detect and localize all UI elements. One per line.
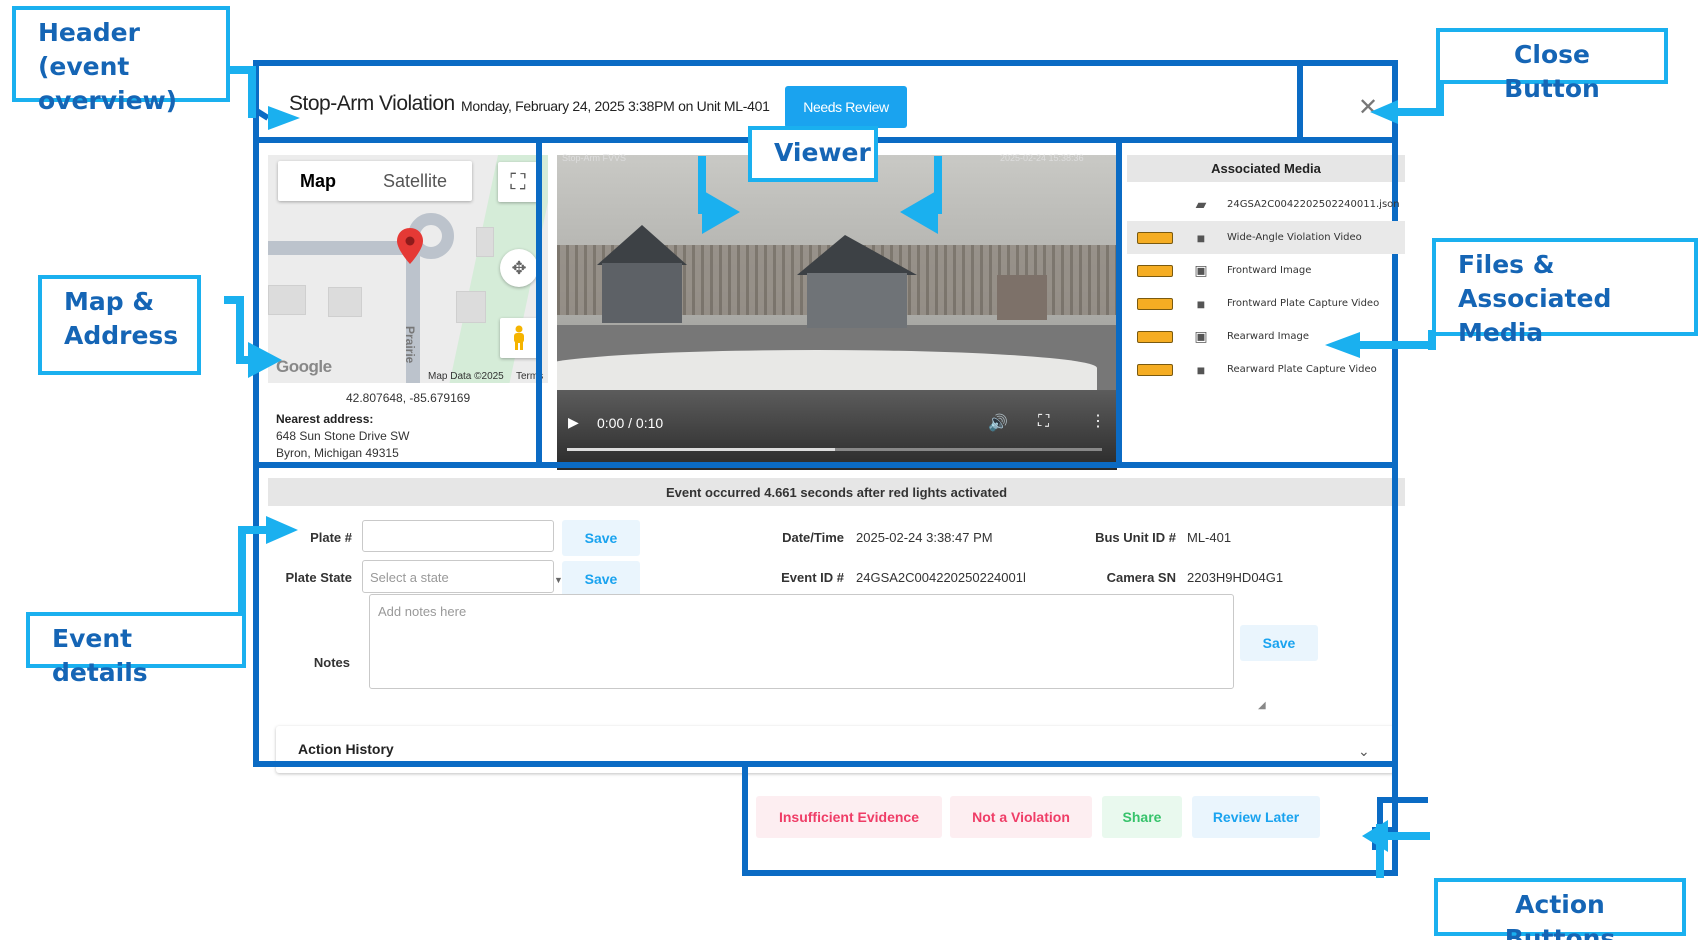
media-item[interactable]: ▰ 24GSA2C0042202502240011.json (1127, 188, 1405, 221)
media-item-label: Frontward Image (1227, 265, 1312, 276)
callout-header: Header (event overview) (12, 6, 230, 115)
annotation-divider (1116, 140, 1122, 465)
image-icon: ▣ (1194, 328, 1208, 344)
callout-files: Files & Associated Media (1432, 238, 1698, 347)
annotation-divider (253, 462, 1398, 468)
annotation-divider (536, 140, 542, 465)
annotation-frame-close (1297, 60, 1398, 143)
callout-map: Map & Address (38, 275, 201, 375)
media-item[interactable]: ■ Frontward Plate Capture Video (1127, 287, 1405, 320)
arrow-shaft (1436, 80, 1444, 116)
media-item-label: 24GSA2C0042202502240011.json (1227, 199, 1400, 210)
image-icon: ▣ (1194, 262, 1208, 278)
media-item[interactable]: ▣ Frontward Image (1127, 254, 1405, 287)
annotated-screenshot: Stop-Arm Violation Monday, February 24, … (0, 0, 1702, 940)
video-camera-icon: ■ (1196, 229, 1206, 246)
folder-icon: ▰ (1195, 196, 1207, 212)
media-item[interactable]: ■ Wide-Angle Violation Video (1127, 221, 1405, 254)
callout-viewer: Viewer (748, 126, 878, 182)
arrow-shaft (224, 296, 244, 304)
media-item-label: Rearward Plate Capture Video (1227, 364, 1377, 375)
bus-camera-position-icon (1137, 330, 1173, 343)
media-item-label: Frontward Plate Capture Video (1227, 298, 1380, 309)
media-item-label: Wide-Angle Violation Video (1227, 232, 1362, 243)
bus-camera-position-icon (1137, 264, 1173, 277)
media-item[interactable]: ■ Rearward Plate Capture Video (1127, 353, 1405, 386)
arrow-shaft (238, 526, 246, 616)
video-camera-icon: ■ (1196, 361, 1206, 378)
media-item-label: Rearward Image (1227, 331, 1309, 342)
bus-camera-position-icon (1137, 363, 1173, 376)
video-camera-icon: ■ (1196, 295, 1206, 312)
callout-close: Close Button (1436, 28, 1668, 103)
media-item[interactable]: ▣ Rearward Image (1127, 320, 1405, 353)
bus-camera-position-icon (1137, 231, 1173, 244)
callout-actions: Action Buttons (1434, 878, 1686, 940)
arrow-shaft (1396, 108, 1444, 116)
callout-details: Event details (26, 612, 246, 687)
annotation-frame-actions (742, 761, 1398, 876)
bus-camera-position-icon (1137, 297, 1173, 310)
arrow-shaft (236, 356, 252, 364)
arrow-shaft (228, 66, 254, 74)
arrow-shaft (236, 296, 244, 364)
